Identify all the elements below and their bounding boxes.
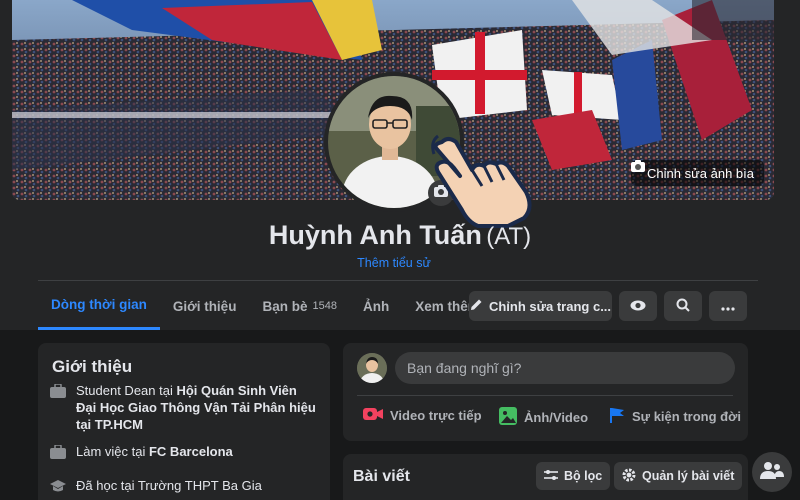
posts-title: Bài viết — [353, 468, 410, 485]
filter-button[interactable]: Bộ lọc — [536, 462, 611, 490]
eye-icon — [630, 299, 646, 314]
new-group-chat-button[interactable] — [752, 452, 792, 492]
post-composer: Bạn đang nghĩ gì? Video trực tiếp Ảnh/Vi… — [343, 343, 748, 441]
group-icon — [760, 460, 784, 485]
edit-profile-button[interactable]: Chỉnh sửa trang c... — [469, 291, 612, 321]
intro-item-school: Đã học tại Trường THPT Ba Gia — [50, 478, 320, 498]
edit-cover-label: Chỉnh sửa ảnh bìa — [647, 165, 754, 181]
intro-card: Giới thiệu Student Dean tại Hội Quán Sin… — [38, 343, 330, 500]
pointing-hand-icon — [428, 132, 548, 228]
pencil-icon — [470, 298, 483, 314]
live-video-button[interactable]: Video trực tiếp — [363, 407, 482, 424]
briefcase-icon — [50, 444, 66, 464]
intro-item-work: Student Dean tại Hội Quán Sinh Viên Đại … — [50, 383, 320, 434]
flag-icon — [609, 407, 625, 426]
more-icon — [721, 299, 735, 314]
sliders-icon — [544, 469, 558, 484]
composer-avatar — [357, 353, 387, 383]
divider — [38, 280, 758, 281]
profile-tabs: Dòng thời gian Giới thiệu Bạn bè 1548 Ảnh… — [38, 282, 507, 330]
profile-nickname: (AT) — [486, 223, 532, 250]
manage-posts-button[interactable]: Quản lý bài viết — [614, 462, 743, 490]
intro-item-workplace: Làm việc tại FC Barcelona — [50, 444, 320, 464]
view-as-button[interactable] — [619, 291, 657, 321]
live-video-icon — [363, 407, 383, 424]
tab-about[interactable]: Giới thiệu — [160, 282, 250, 330]
divider — [357, 395, 733, 396]
photo-icon — [499, 407, 517, 428]
tab-friends[interactable]: Bạn bè 1548 — [249, 282, 350, 330]
briefcase-icon — [50, 383, 66, 434]
search-icon — [676, 298, 690, 315]
friends-count: 1548 — [312, 300, 337, 312]
photo-video-button[interactable]: Ảnh/Video — [499, 407, 588, 428]
more-options-button[interactable] — [709, 291, 747, 321]
life-event-button[interactable]: Sự kiện trong đời — [609, 407, 741, 426]
profile-name: Huỳnh Anh Tuấn — [268, 220, 482, 250]
search-profile-button[interactable] — [664, 291, 702, 321]
gear-icon — [622, 468, 636, 485]
graduation-cap-icon — [50, 479, 66, 498]
edit-cover-button[interactable]: Chỉnh sửa ảnh bìa — [631, 160, 764, 186]
tab-photos[interactable]: Ảnh — [350, 282, 402, 330]
profile-name-row: Huỳnh Anh Tuấn (AT) — [0, 220, 800, 251]
tab-timeline[interactable]: Dòng thời gian — [38, 282, 160, 330]
posts-card: Bài viết Bộ lọc Quản lý bài viết — [343, 454, 748, 500]
add-bio-link[interactable]: Thêm tiểu sử — [0, 256, 788, 270]
whats-on-your-mind-input[interactable]: Bạn đang nghĩ gì? — [395, 352, 735, 384]
intro-title: Giới thiệu — [52, 357, 133, 376]
